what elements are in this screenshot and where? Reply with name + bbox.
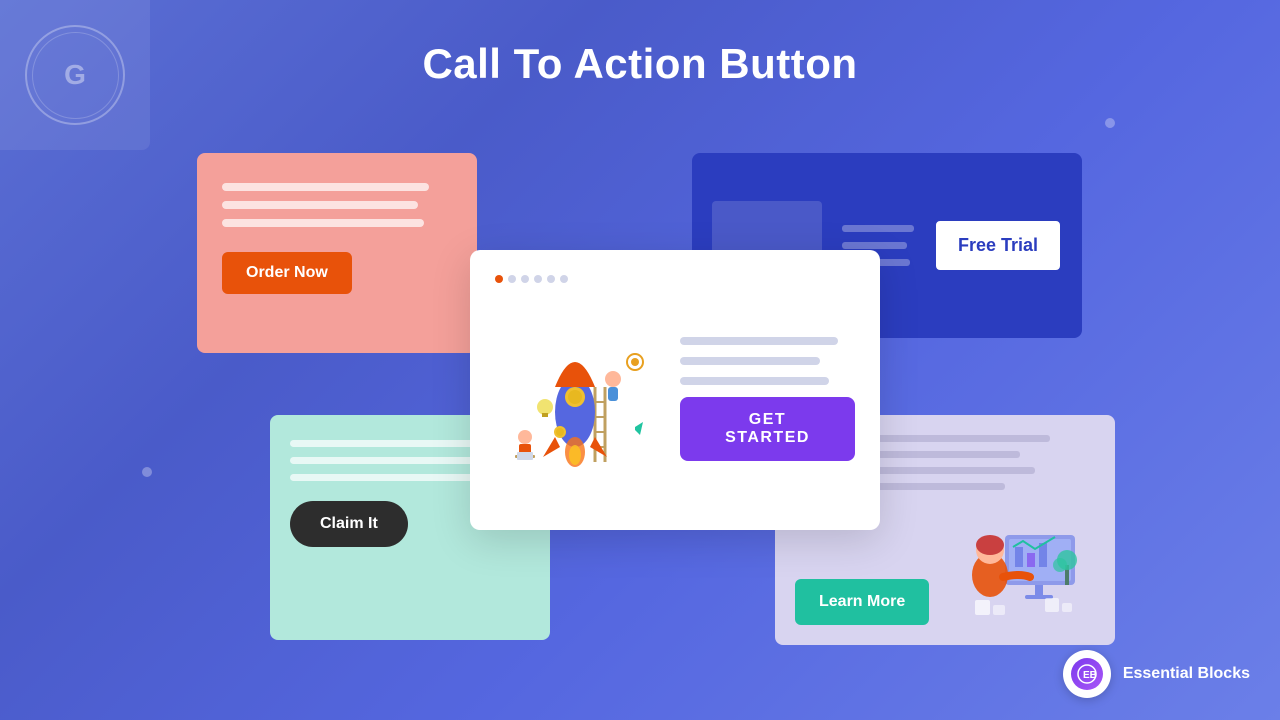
page-title: Call To Action Button [0, 0, 1280, 88]
pink-line-2 [222, 201, 418, 209]
claim-it-button[interactable]: Claim It [290, 501, 408, 547]
card-pink: Order Now [197, 153, 477, 353]
rocket-svg [495, 307, 675, 487]
brand-logo-svg: EB [1077, 664, 1097, 684]
svg-text:EB: EB [1083, 670, 1097, 681]
free-trial-button[interactable]: Free Trial [934, 219, 1062, 272]
pink-line-1 [222, 183, 429, 191]
center-dot-gray3 [534, 275, 542, 283]
brand-icon-inner: EB [1071, 658, 1103, 690]
center-line-1 [680, 337, 838, 345]
decorative-dot-1 [1105, 118, 1115, 128]
learn-more-button[interactable]: Learn More [795, 579, 929, 625]
brand-icon: EB [1063, 650, 1111, 698]
center-card-right: GET STARTED [680, 337, 855, 461]
get-started-button[interactable]: GET STARTED [680, 397, 855, 461]
center-line-2 [680, 357, 820, 365]
branding-area: EB Essential Blocks [1063, 650, 1250, 698]
card-center: GET STARTED [470, 250, 880, 530]
decorative-dot-2 [142, 467, 152, 477]
center-dot-orange [495, 275, 503, 283]
center-line-3 [680, 377, 829, 385]
order-now-button[interactable]: Order Now [222, 252, 352, 294]
mint-line-3 [290, 474, 494, 481]
person-illustration [945, 505, 1095, 625]
center-dot-gray4 [547, 275, 555, 283]
center-top-bar [495, 275, 855, 283]
person-at-desk-svg [945, 505, 1095, 625]
pink-line-3 [222, 219, 424, 227]
brand-name: Essential Blocks [1123, 665, 1250, 683]
center-card-content: GET STARTED [495, 293, 855, 505]
pink-card-lines [222, 183, 452, 227]
blue-line-1 [842, 225, 914, 232]
center-dot-gray1 [508, 275, 516, 283]
center-dot-gray2 [521, 275, 529, 283]
blue-line-2 [842, 242, 907, 249]
rocket-illustration [495, 307, 665, 492]
mint-line-2 [290, 457, 482, 464]
center-dot-gray5 [560, 275, 568, 283]
